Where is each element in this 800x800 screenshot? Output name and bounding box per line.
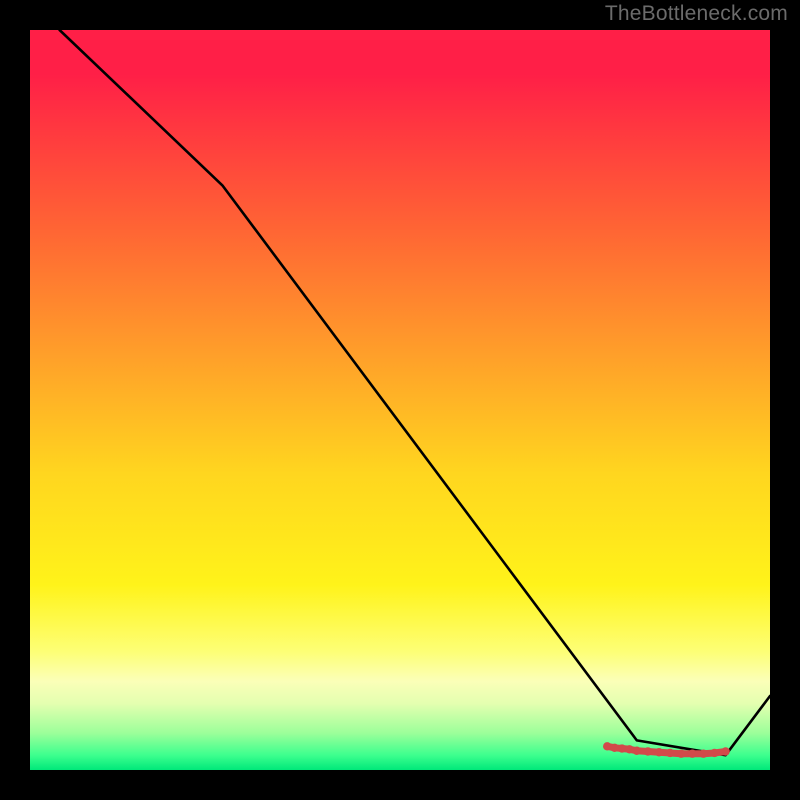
marker-dot bbox=[644, 747, 652, 755]
marker-dot bbox=[688, 750, 696, 758]
marker-dot bbox=[721, 747, 729, 755]
marker-dot bbox=[699, 750, 707, 758]
chart-stage: TheBottleneck.com bbox=[0, 0, 800, 800]
marker-dot bbox=[603, 742, 611, 750]
marker-dot bbox=[610, 744, 618, 752]
marker-dot bbox=[655, 748, 663, 756]
main-line bbox=[60, 30, 770, 755]
marker-dot bbox=[633, 747, 641, 755]
plot-area bbox=[30, 30, 770, 770]
chart-overlay bbox=[30, 30, 770, 770]
marker-dot bbox=[710, 749, 718, 757]
marker-dot bbox=[625, 745, 633, 753]
marker-dot bbox=[618, 744, 626, 752]
marker-dot bbox=[677, 750, 685, 758]
marker-dot bbox=[666, 749, 674, 757]
attribution-label: TheBottleneck.com bbox=[605, 2, 788, 26]
